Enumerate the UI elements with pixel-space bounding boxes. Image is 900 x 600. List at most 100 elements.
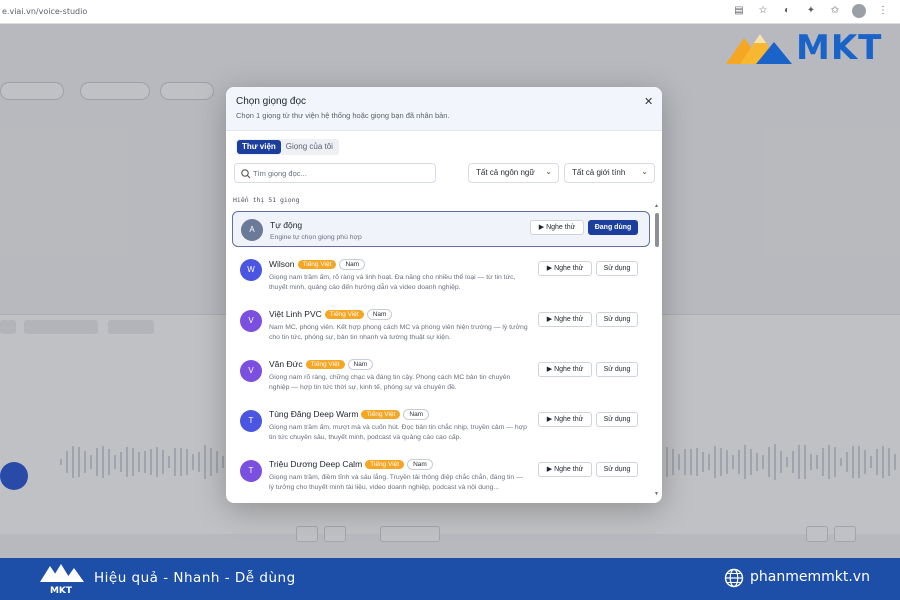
avatar: W xyxy=(240,259,262,281)
language-badge: Tiếng Việt xyxy=(361,410,401,420)
listen-button[interactable]: ▶ Nghe thử xyxy=(538,312,592,327)
mkt-mountain-icon xyxy=(726,34,792,64)
listen-button[interactable]: ▶ Nghe thử xyxy=(538,462,592,477)
voice-name: Tự động xyxy=(270,220,302,230)
dialog-header: Chọn giọng đọc Chọn 1 giọng từ thư viện … xyxy=(226,87,662,131)
voice-description: Giọng nam rõ ràng, chững chạc và đáng ti… xyxy=(269,374,511,391)
list-scrollbar[interactable]: ▲ ▼ xyxy=(654,203,660,499)
extensions-puzzle-icon[interactable]: ✦ xyxy=(804,4,818,18)
listen-button[interactable]: ▶ Nghe thử xyxy=(538,362,592,377)
use-button[interactable]: Sử dụng xyxy=(596,412,638,427)
language-badge: Tiếng Việt xyxy=(365,460,405,470)
voice-item[interactable]: A Tự động Engine tự chọn giọng phù hợp ▶… xyxy=(232,211,650,247)
play-icon: ▶ xyxy=(546,316,553,323)
gender-filter-value: Tất cả giới tính xyxy=(572,168,626,177)
listen-label: Nghe thử xyxy=(554,265,584,272)
voice-item[interactable]: T Tùng Đăng Deep Warm Tiếng Việt Nam Giọng… xyxy=(232,405,650,451)
voice-picker-dialog: Chọn giọng đọc Chọn 1 giọng từ thư viện … xyxy=(226,87,662,503)
voice-item[interactable]: V Văn Đức Tiếng Việt Nam Giọng nam rõ ràng… xyxy=(232,355,650,401)
logo-text: MKT xyxy=(796,28,883,68)
address-bar[interactable]: e.viai.vn/voice-studio xyxy=(2,7,87,16)
listen-button[interactable]: ▶ Nghe thử xyxy=(538,261,592,276)
scroll-thumb[interactable] xyxy=(655,213,659,247)
language-filter[interactable]: Tất cả ngôn ngữ ⌄ xyxy=(468,163,559,183)
voice-name-text: Tự động xyxy=(270,220,303,230)
voice-name-text: Việt Linh PVC xyxy=(269,309,322,319)
avatar: A xyxy=(241,219,263,241)
gender-badge: Nam xyxy=(366,309,393,321)
in-use-button[interactable]: Đang dùng xyxy=(588,220,638,235)
favorites-icon[interactable]: ✩ xyxy=(828,4,842,18)
voice-description: Giọng nam trầm, điềm tĩnh và sâu lắng. T… xyxy=(269,474,523,491)
voice-name-text: Tùng Đăng Deep Warm xyxy=(269,409,359,419)
voice-list[interactable]: A Tự động Engine tự chọn giọng phù hợp ▶… xyxy=(232,211,650,501)
gender-badge: Nam xyxy=(403,409,430,421)
footer-slogan: Hiệu quả - Nhanh - Dễ dùng xyxy=(94,570,296,586)
scroll-up-icon[interactable]: ▲ xyxy=(654,203,659,209)
voice-name: Triệu Dương Deep Calm Tiếng Việt Nam xyxy=(269,459,433,471)
play-icon: ▶ xyxy=(546,416,553,423)
language-badge: Tiếng Việt xyxy=(305,360,345,370)
voice-description: Engine tự chọn giọng phù hợp xyxy=(270,234,362,241)
play-icon: ▶ xyxy=(546,265,553,272)
browser-toolbar: e.viai.vn/voice-studio ▤ ☆ ◐ ✦ ✩ ⋮ xyxy=(0,0,900,24)
voice-description: Nam MC, phóng viên. Kết hợp phong cách M… xyxy=(269,324,528,341)
dialog-title: Chọn giọng đọc xyxy=(236,96,307,107)
language-filter-value: Tất cả ngôn ngữ xyxy=(476,168,535,177)
play-icon: ▶ xyxy=(538,224,545,231)
language-badge: Tiếng Việt xyxy=(324,310,364,320)
listen-label: Nghe thử xyxy=(546,224,576,231)
avatar: V xyxy=(240,360,262,382)
gender-badge: Nam xyxy=(347,359,374,371)
voice-name: Wilson Tiếng Việt Nam xyxy=(269,259,366,271)
mkt-logo: MKT xyxy=(726,26,896,70)
profile-avatar[interactable] xyxy=(852,4,866,18)
use-button[interactable]: Sử dụng xyxy=(596,312,638,327)
chevron-down-icon: ⌄ xyxy=(641,167,648,176)
gender-badge: Nam xyxy=(339,259,366,271)
use-button[interactable]: Sử dụng xyxy=(596,462,638,477)
gender-filter[interactable]: Tất cả giới tính ⌄ xyxy=(564,163,655,183)
voice-item[interactable]: V Việt Linh PVC Tiếng Việt Nam Nam MC, phó… xyxy=(232,305,650,351)
close-icon[interactable]: ✕ xyxy=(644,95,653,108)
voice-name: Văn Đức Tiếng Việt Nam xyxy=(269,359,374,371)
voice-name-text: Văn Đức xyxy=(269,359,303,369)
promo-footer: MKT Hiệu quả - Nhanh - Dễ dùng phanmemmk… xyxy=(0,558,900,600)
more-menu-icon[interactable]: ⋮ xyxy=(876,4,890,18)
voice-name-text: Triệu Dương Deep Calm xyxy=(269,459,363,469)
use-button[interactable]: Sử dụng xyxy=(596,362,638,377)
voice-name-text: Wilson xyxy=(269,259,295,269)
reader-mode-icon[interactable]: ▤ xyxy=(732,4,746,18)
listen-label: Nghe thử xyxy=(554,416,584,423)
chevron-down-icon: ⌄ xyxy=(545,167,552,176)
language-badge: Tiếng Việt xyxy=(297,260,337,270)
voice-description: Giọng nam trầm ấm, mượt mà và cuốn hút. … xyxy=(269,424,527,441)
tab-my-voices[interactable]: Giọng của tôi xyxy=(281,140,338,154)
listen-label: Nghe thử xyxy=(554,466,584,473)
scroll-down-icon[interactable]: ▼ xyxy=(654,491,659,497)
avatar: T xyxy=(240,460,262,482)
play-icon: ▶ xyxy=(546,366,553,373)
voice-name: Tùng Đăng Deep Warm Tiếng Việt Nam xyxy=(269,409,430,421)
voice-description: Giọng nam trầm ấm, rõ ràng và linh hoạt.… xyxy=(269,274,516,291)
voice-name: Việt Linh PVC Tiếng Việt Nam xyxy=(269,309,393,321)
svg-text:MKT: MKT xyxy=(50,586,73,596)
play-icon: ▶ xyxy=(546,466,553,473)
voice-item[interactable]: T Triệu Dương Deep Calm Tiếng Việt Nam Giọ… xyxy=(232,455,650,501)
dialog-subtitle: Chọn 1 giọng từ thư viện hệ thống hoặc g… xyxy=(236,111,450,120)
tab-library[interactable]: Thư viện xyxy=(237,140,281,154)
listen-label: Nghe thử xyxy=(554,316,584,323)
voice-item[interactable]: W Wilson Tiếng Việt Nam Giọng nam trầm ấm,… xyxy=(232,255,650,301)
avatar: V xyxy=(240,310,262,332)
search-icon xyxy=(241,169,251,179)
listen-button[interactable]: ▶ Nghe thử xyxy=(530,220,584,235)
footer-website[interactable]: phanmemmkt.vn xyxy=(750,569,870,585)
extension-icon[interactable]: ◐ xyxy=(780,4,794,18)
voice-source-tabs: Thư viện Giọng của tôi xyxy=(236,139,339,155)
search-input[interactable] xyxy=(253,166,433,180)
gender-badge: Nam xyxy=(407,459,433,471)
bookmark-star-icon[interactable]: ☆ xyxy=(756,4,770,18)
use-button[interactable]: Sử dụng xyxy=(596,261,638,276)
globe-icon xyxy=(724,568,744,588)
listen-button[interactable]: ▶ Nghe thử xyxy=(538,412,592,427)
